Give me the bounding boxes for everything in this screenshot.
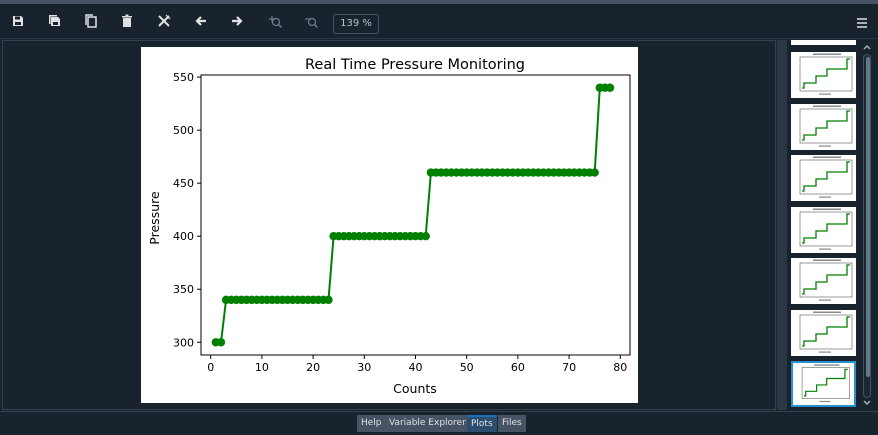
y-tick-label: 550 [173,71,194,84]
x-tick-label: 80 [613,361,627,374]
x-tick-label: 30 [357,361,371,374]
plot-thumbnail[interactable] [791,258,856,304]
plot-thumbnail[interactable] [791,309,856,356]
toolbar-divider [0,38,878,39]
save-all-icon [49,15,60,26]
zoom-level-field[interactable]: 139 % [333,14,379,34]
plot-thumbnail[interactable] [791,361,856,407]
panel-splitter[interactable] [777,40,787,410]
x-tick-label: 0 [207,361,214,374]
save-all-button[interactable] [43,10,67,32]
scrollbar-track[interactable] [863,54,871,398]
data-point [605,83,615,92]
y-axis-label: Pressure [147,191,162,245]
thumbnail-preview [799,156,853,198]
y-tick-label: 450 [173,177,194,190]
thumbnail-preview [801,364,850,402]
tab-help[interactable]: Help [357,415,386,432]
y-tick-label: 400 [173,230,194,243]
plot-thumbnail[interactable] [791,103,856,150]
tab-files[interactable]: Files [498,415,526,432]
zoom-in-icon [269,16,282,28]
zoom-out-button[interactable] [299,10,323,32]
x-tick-label: 50 [460,361,474,374]
tab-plots[interactable]: Plots [467,415,497,432]
pane-tabs: Help Variable Explorer Plots Files [0,411,878,435]
plot-frame [200,74,631,356]
plots-toolbar: 139 % [0,4,878,38]
data-point [421,232,430,241]
thumbnail-scrollbar[interactable] [861,40,873,410]
save-icon [13,16,23,26]
figure-canvas: Real Time Pressure Monitoring Counts Pre… [141,47,638,403]
delete-all-icon [158,14,171,27]
zoom-in-button[interactable] [263,10,287,32]
arrow-right-icon [232,16,243,26]
scrollbar-thumb[interactable] [866,57,870,377]
y-tick-label: 350 [173,283,194,296]
scroll-down-icon[interactable] [861,397,873,409]
x-tick-label: 70 [562,361,576,374]
scroll-up-icon[interactable] [861,41,873,53]
series-line [215,86,610,344]
zoom-out-icon [305,17,318,28]
plot-thumbnail[interactable] [791,155,856,201]
thumbnail-preview [799,105,853,147]
plot-thumbnail[interactable] [791,52,856,98]
arrow-left-icon [195,16,206,26]
delete-all-button[interactable] [152,10,176,32]
thumbnail-preview [799,208,853,250]
hamburger-menu-icon [857,18,867,28]
copy-icon [85,14,97,28]
delete-icon [122,14,132,27]
data-point [216,338,226,347]
options-menu-button[interactable] [852,13,872,33]
y-tick-label: 300 [173,336,194,349]
delete-button[interactable] [115,10,139,32]
x-axis-label: Counts [393,381,437,396]
x-tick-label: 20 [306,361,320,374]
next-plot-button[interactable] [225,10,249,32]
tab-variable-explorer[interactable]: Variable Explorer [385,415,470,432]
plot-thumbnail-partial[interactable] [791,40,856,45]
x-tick-label: 60 [511,361,525,374]
thumbnail-preview [799,53,853,95]
x-tick-label: 10 [255,361,269,374]
thumbnail-panel [787,40,860,410]
x-tick-label: 40 [409,361,423,374]
save-button[interactable] [6,10,30,32]
data-point [324,295,333,305]
thumbnail-preview [799,259,853,301]
y-tick-label: 500 [173,124,194,137]
copy-button[interactable] [79,10,103,32]
chart-title: Real Time Pressure Monitoring [305,57,525,73]
thumbnail-preview [799,311,853,353]
data-point [590,168,599,177]
plot-thumbnail[interactable] [791,206,856,253]
previous-plot-button[interactable] [189,10,213,32]
pressure-chart: Real Time Pressure Monitoring Counts Pre… [147,57,631,396]
